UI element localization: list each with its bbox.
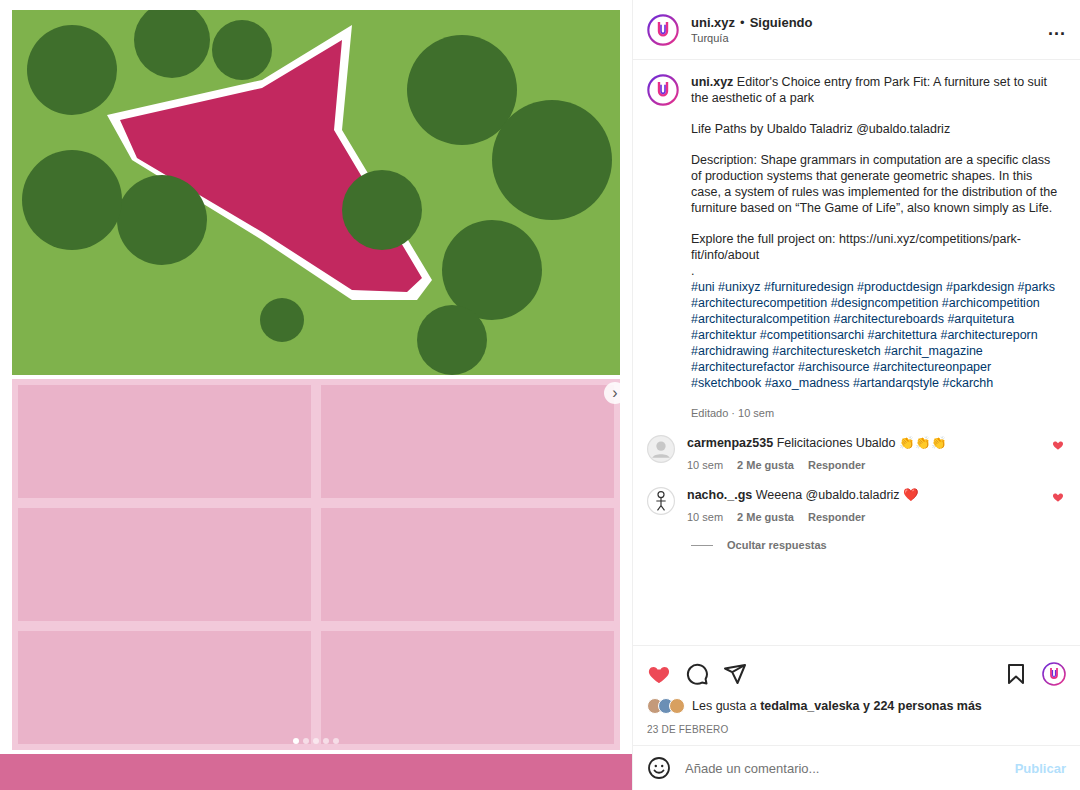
account-info: uni.xyz • Siguiendo Turquía [691, 15, 1036, 44]
comment-time: 10 sem [687, 457, 723, 473]
board-footer [0, 754, 632, 790]
bookmark-icon[interactable] [1004, 662, 1028, 686]
likes-count[interactable]: y 224 personas más [863, 699, 982, 713]
separator: • [740, 15, 745, 30]
board-panel [321, 385, 614, 498]
caption-line: Description: Shape grammars in computati… [691, 153, 1057, 215]
caption-line: Editor's Choice entry from Park Fit: A f… [691, 75, 1047, 105]
likes-text: Les gusta a tedalma_valeska y 224 person… [692, 699, 982, 713]
board-panel [18, 385, 311, 498]
likes-row[interactable]: Les gusta a tedalma_valeska y 224 person… [647, 694, 1066, 718]
likes-prefix: Les gusta a [692, 699, 757, 713]
default-avatar-icon[interactable] [647, 435, 675, 463]
caption-paragraph: Life Paths by Ubaldo Taladriz @ubaldo.ta… [691, 121, 1064, 137]
liker-username[interactable]: tedalma_valeska [760, 699, 859, 713]
comment: nacho._.gs Weeena @ubaldo.taladriz ❤️ 10 … [647, 487, 1064, 525]
username[interactable]: uni.xyz [691, 75, 733, 89]
caption-text: uni.xyz Editor's Choice entry from Park … [691, 74, 1064, 421]
comment-likes[interactable]: 2 Me gusta [737, 457, 794, 473]
caption-paragraph: uni.xyz Editor's Choice entry from Park … [691, 74, 1064, 106]
location[interactable]: Turquía [691, 32, 1036, 44]
comment-time: 10 sem [687, 509, 723, 525]
caption-meta: Editado · 10 sem [691, 405, 1064, 421]
carousel-dot[interactable] [293, 738, 299, 744]
comment-meta: 10 sem 2 Me gusta Responder [687, 457, 1040, 473]
comment-meta: 10 sem 2 Me gusta Responder [687, 509, 1040, 525]
board-panel [321, 631, 614, 744]
caption-paragraph: Description: Shape grammars in computati… [691, 152, 1064, 216]
heart-icon[interactable] [647, 662, 671, 686]
uni-logo-icon[interactable] [647, 74, 679, 106]
comment-box: Publicar [633, 745, 1080, 790]
comment-message: Felicitaciones Ubaldo 👏👏👏 [777, 436, 947, 450]
post-panel: uni.xyz • Siguiendo Turquía... uni.xyz Edito… [632, 0, 1080, 790]
project-board [12, 379, 620, 750]
uni-logo-icon[interactable] [1042, 662, 1066, 686]
carousel-dot[interactable] [323, 738, 329, 744]
username[interactable]: uni.xyz [691, 15, 735, 30]
liker-avatar-icon [669, 698, 685, 714]
comment-input[interactable] [683, 760, 1003, 777]
action-section: Les gusta a tedalma_valeska y 224 person… [633, 645, 1080, 745]
hide-replies[interactable]: Ocultar respuestas [647, 539, 1064, 551]
follow-status[interactable]: Siguiendo [750, 15, 813, 30]
post-image[interactable]: › [0, 0, 632, 790]
caption: uni.xyz Editor's Choice entry from Park … [647, 74, 1064, 421]
account-row: uni.xyz • Siguiendo [691, 15, 1036, 30]
reply-button[interactable]: Responder [808, 509, 865, 525]
share-icon[interactable] [723, 662, 747, 686]
carousel-dot[interactable] [333, 738, 339, 744]
liker-avatars [647, 698, 680, 714]
emoji-icon[interactable] [647, 756, 671, 780]
comment-username[interactable]: nacho._.gs [687, 488, 752, 502]
post-button[interactable]: Publicar [1015, 761, 1066, 776]
comment-username[interactable]: carmenpaz535 [687, 436, 773, 450]
comment: carmenpaz535 Felicitaciones Ubaldo 👏👏👏 10… [647, 435, 1064, 473]
heart-icon[interactable] [1052, 491, 1064, 503]
edited-time: Editado · 10 sem [691, 405, 774, 421]
hashtags[interactable]: #uni #unixyz #furnituredesign #productde… [691, 279, 1064, 391]
uni-logo-icon[interactable] [647, 14, 679, 46]
action-bar [647, 654, 1066, 694]
board-panel [321, 508, 614, 621]
comments-area: uni.xyz Editor's Choice entry from Park … [633, 60, 1080, 645]
next-button[interactable]: › [604, 382, 626, 404]
comment-icon[interactable] [685, 662, 709, 686]
heart-icon[interactable] [1052, 439, 1064, 451]
caption-dot: . [691, 263, 1064, 279]
carousel-dot[interactable] [313, 738, 319, 744]
comment-text: carmenpaz535 Felicitaciones Ubaldo 👏👏👏 [687, 435, 1040, 451]
board-panel [18, 631, 311, 744]
post-date: 23 DE FEBRERO [647, 718, 1066, 745]
comment-message: Weeena @ubaldo.taladriz ❤️ [756, 488, 919, 502]
reply-button[interactable]: Responder [808, 457, 865, 473]
caption-line: Explore the full project on: https://uni… [691, 232, 1021, 262]
hide-replies-label[interactable]: Ocultar respuestas [727, 539, 827, 551]
board-panel [18, 508, 311, 621]
caption-paragraph: Explore the full project on: https://uni… [691, 231, 1064, 263]
person-avatar-icon[interactable] [647, 487, 675, 515]
comment-likes[interactable]: 2 Me gusta [737, 509, 794, 525]
carousel-dots [0, 738, 632, 744]
comment-body: carmenpaz535 Felicitaciones Ubaldo 👏👏👏 10… [687, 435, 1040, 473]
carousel-dot[interactable] [303, 738, 309, 744]
aerial-render [12, 10, 620, 375]
toggle-line [691, 545, 713, 546]
comment-body: nacho._.gs Weeena @ubaldo.taladriz ❤️ 10 … [687, 487, 1040, 525]
post-header: uni.xyz • Siguiendo Turquía... [633, 0, 1080, 60]
more-button[interactable]: ... [1048, 19, 1066, 40]
comment-text: nacho._.gs Weeena @ubaldo.taladriz ❤️ [687, 487, 1040, 503]
caption-line: Life Paths by Ubaldo Taladriz @ubaldo.ta… [691, 122, 950, 136]
